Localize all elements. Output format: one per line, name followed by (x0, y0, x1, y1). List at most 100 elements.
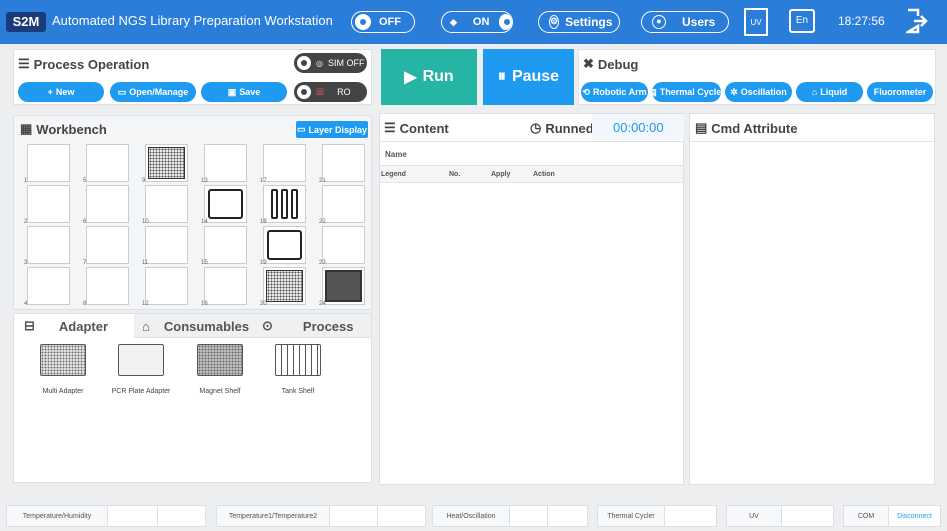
status-com: COM Disconnect (843, 505, 941, 527)
slot-number: 1 (24, 178, 28, 184)
debug-fluorometer-label: Fluorometer (873, 87, 927, 97)
slot-number: 12 (142, 301, 149, 307)
tab-adapter[interactable]: ⊟ Adapter (18, 314, 133, 338)
slot-number: 7 (83, 260, 87, 266)
slot-number: 23 (319, 260, 326, 266)
title-bar: S2M Automated NGS Library Preparation Wo… (0, 0, 947, 44)
adapter-magnet-shelf[interactable]: Magnet Shelf (185, 344, 255, 395)
workbench-slot[interactable]: 20 (260, 267, 306, 307)
workbench-slot[interactable]: 8 (83, 267, 129, 307)
save-button[interactable]: ▣ Save (201, 82, 287, 102)
tab-consumables[interactable]: ⌂ Consumables (136, 314, 254, 338)
sim-toggle[interactable]: ◎ SIM OFF (294, 53, 367, 73)
debug-robotic-arm-label: Robotic Arm (592, 87, 647, 97)
workbench-slot[interactable]: 14 (201, 185, 247, 225)
status-value (664, 506, 716, 526)
slot-number: 16 (201, 301, 208, 307)
tab-process[interactable]: ⊙ Process (256, 314, 372, 338)
debug-thermal-cycler-label: Thermal Cycler (659, 87, 725, 97)
workbench-slot[interactable]: 23 (319, 226, 365, 266)
adapter-tank-shelf[interactable]: Tank Shelf (263, 344, 333, 395)
workbench-slot[interactable]: 2 (24, 185, 70, 225)
users-button[interactable]: ● Users (641, 11, 729, 33)
workbench-slot[interactable]: 1 (24, 144, 70, 184)
adapter-multi[interactable]: Multi Adapter (28, 344, 98, 395)
workbench-slot[interactable]: 4 (24, 267, 70, 307)
process-tab-icon: ⊙ (262, 318, 273, 333)
slot-number: 15 (201, 260, 208, 266)
workbench-slot[interactable]: 15 (201, 226, 247, 266)
adapter-pcr-plate[interactable]: PCR Plate Adapter (106, 344, 176, 395)
pause-button[interactable]: ⏸ Pause (483, 49, 574, 105)
pause-label: Pause (511, 68, 560, 85)
debug-oscillation-button[interactable]: ✲ Oscillation (725, 82, 792, 102)
status-label: COM (857, 512, 875, 520)
debug-thermal-cycler-button[interactable]: ▤ Thermal Cycler (648, 82, 725, 102)
slot-number: 21 (319, 178, 326, 184)
settings-button[interactable]: ⚙ Settings (538, 11, 620, 33)
status-value (781, 506, 833, 526)
adapter-label: Tank Shelf (281, 388, 315, 395)
language-button[interactable]: En (789, 9, 815, 33)
status-label: Heat/Oscillation (446, 512, 496, 520)
workbench-slot[interactable]: 9 (142, 144, 188, 184)
run-label: Run (422, 68, 454, 85)
play-icon: ▶ (404, 69, 417, 86)
tab-process-label: Process (302, 318, 354, 334)
content-header: ☰ Content (384, 120, 449, 136)
workbench-slot[interactable]: 6 (83, 185, 129, 225)
workbench-slot[interactable]: 5 (83, 144, 129, 184)
debug-fluorometer-button[interactable]: Fluorometer (867, 82, 933, 102)
exit-icon[interactable] (906, 8, 928, 34)
workbench-slot[interactable]: 16 (201, 267, 247, 307)
power-on-toggle[interactable]: ◆ ON (441, 11, 513, 33)
workbench-slot[interactable]: 24 (319, 267, 365, 307)
status-label: UV (749, 512, 759, 520)
workbench-slot[interactable]: 19 (260, 226, 306, 266)
workbench-slot[interactable]: 21 (319, 144, 365, 184)
debug-robotic-arm-button[interactable]: ⟲ Robotic Arm (581, 82, 648, 102)
workbench-slot[interactable]: 12 (142, 267, 188, 307)
debug-liquid-button[interactable]: ⌂ Liquid (796, 82, 863, 102)
workbench-slot[interactable]: 17 (260, 144, 306, 184)
uv-lamp-button[interactable]: UV (744, 8, 768, 36)
col-legend: Legend (381, 171, 406, 178)
pause-icon: ⏸ (497, 68, 506, 85)
toggle-knob-icon (355, 14, 371, 30)
status-value (157, 506, 205, 526)
workbench-slot[interactable]: 11 (142, 226, 188, 266)
status-value (329, 506, 377, 526)
adapter-label: PCR Plate Adapter (111, 388, 171, 395)
layer-icon: ▭ (296, 124, 306, 134)
workbench-slot[interactable]: 7 (83, 226, 129, 266)
run-timer: 00:00:00 (613, 120, 664, 135)
slot-number: 24 (319, 301, 326, 307)
users-label: Users (682, 15, 716, 29)
com-status-value: Disconnect (888, 506, 940, 526)
new-button[interactable]: + New (18, 82, 104, 102)
status-thermal-cycler: Thermal Cycler (597, 505, 717, 527)
name-label: Name (385, 150, 407, 159)
tank-shelf-icon (275, 344, 321, 376)
runned-label: Runned (545, 120, 594, 136)
workbench-slot[interactable]: 3 (24, 226, 70, 266)
library-panel (13, 313, 372, 483)
status-uv: UV (726, 505, 834, 527)
power-off-toggle[interactable]: OFF (351, 11, 415, 33)
open-manage-button[interactable]: ▭ Open/Manage (110, 82, 196, 102)
ro-toggle[interactable]: ☒ RO (294, 82, 367, 102)
workbench-slot[interactable]: 18 (260, 185, 306, 225)
workbench-slot[interactable]: 22 (319, 185, 365, 225)
sim-label: SIM OFF (327, 58, 365, 68)
consumables-tab-icon: ⌂ (142, 318, 150, 334)
run-button[interactable]: ▶ Run (381, 49, 477, 105)
toggle-knob-icon (297, 85, 311, 99)
slot-number: 2 (24, 219, 28, 225)
workbench-slot[interactable]: 10 (142, 185, 188, 225)
status-value (107, 506, 157, 526)
save-icon: ▣ (227, 86, 237, 97)
workbench-slot[interactable]: 13 (201, 144, 247, 184)
col-action: Action (533, 171, 555, 178)
liquid-icon: ⌂ (811, 87, 818, 97)
layer-display-button[interactable]: ▭ Layer Display (296, 121, 368, 138)
